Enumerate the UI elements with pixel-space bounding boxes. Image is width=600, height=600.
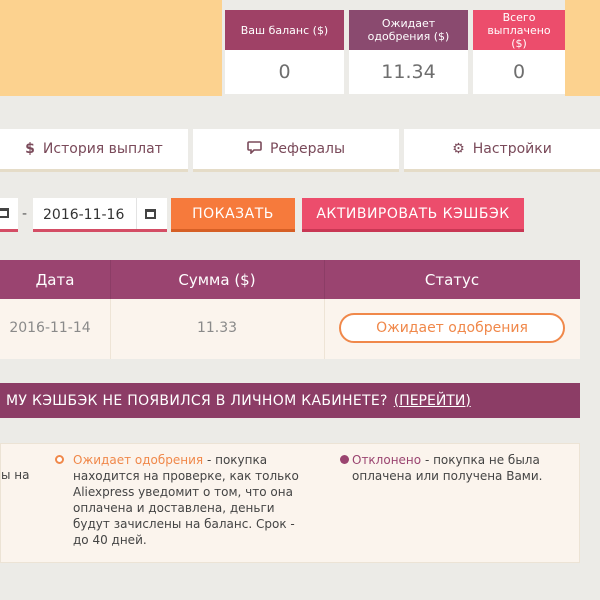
banner-text: МУ КЭШБЭК НЕ ПОЯВИЛСЯ В ЛИЧНОМ КАБИНЕТЕ? — [6, 392, 388, 409]
date-separator: - — [22, 206, 28, 222]
banner-link[interactable]: (ПЕРЕЙТИ) — [394, 393, 471, 409]
cell-status: Ожидает одобрения — [324, 299, 580, 356]
tab-label: Рефералы — [269, 141, 346, 157]
calendar-icon[interactable] — [0, 208, 9, 218]
legend-pending: Ожидает одобрения - покупка находится на… — [55, 452, 313, 548]
date-from-field[interactable] — [0, 198, 18, 232]
cashback-missing-banner: МУ КЭШБЭК НЕ ПОЯВИЛСЯ В ЛИЧНОМ КАБИНЕТЕ?… — [0, 383, 580, 418]
header-banner-right — [565, 0, 600, 96]
tab-payout-history[interactable]: $ История выплат — [0, 129, 188, 172]
tab-label: История выплат — [42, 141, 163, 157]
balance-card: Ваш баланс ($) 0 — [225, 10, 344, 94]
tab-referrals[interactable]: Рефералы — [193, 129, 399, 172]
dollar-icon: $ — [25, 141, 35, 157]
pending-value: 11.34 — [381, 61, 436, 83]
paid-card: Всего выплачено ($) 0 — [473, 10, 565, 94]
date-to-value[interactable]: 2016-11-16 — [43, 207, 124, 223]
legend-rejected: Отклонено - покупка не была оплачена или… — [340, 452, 580, 484]
status-badge: Ожидает одобрения — [339, 312, 565, 343]
legend-pending-desc: - покупка находится на проверке, как тол… — [73, 453, 299, 547]
legend-text: Отклонено - покупка не была оплачена или… — [340, 452, 580, 484]
show-button[interactable]: ПОКАЗАТЬ — [171, 198, 295, 232]
activate-cashback-button[interactable]: АКТИВИРОВАТЬ КЭШБЭК — [302, 198, 524, 232]
cell-amount: 11.33 — [196, 319, 238, 336]
table-header: Дата Сумма ($) Статус — [0, 260, 580, 299]
column-header-amount: Сумма ($) — [178, 270, 256, 289]
transactions-table: Дата Сумма ($) Статус 2016-11-14 11.33 О… — [0, 260, 580, 359]
column-header-date: Дата — [35, 270, 75, 289]
pending-card: Ожидает одобрения ($) 11.34 — [349, 10, 468, 94]
tab-label: Настройки — [472, 141, 552, 157]
gear-icon: ⚙ — [452, 141, 465, 157]
tab-settings[interactable]: ⚙ Настройки — [404, 129, 600, 172]
cell-date: 2016-11-14 — [9, 319, 91, 336]
pending-dot-icon — [55, 455, 64, 464]
rejected-dot-icon — [340, 455, 349, 464]
legend-left-fragment: ы на — [1, 467, 41, 483]
field-divider — [136, 198, 137, 229]
paid-label: Всего выплачено ($) — [473, 10, 565, 50]
legend-text: ы на — [1, 468, 30, 482]
legend-text: Ожидает одобрения - покупка находится на… — [73, 452, 313, 548]
legend-pending-title: Ожидает одобрения — [73, 453, 204, 467]
header-banner-left — [0, 0, 222, 96]
calendar-icon[interactable] — [145, 209, 156, 219]
chat-icon — [247, 140, 262, 158]
balance-value: 0 — [278, 61, 291, 83]
date-to-field[interactable]: 2016-11-16 — [33, 198, 167, 232]
column-header-status: Статус — [424, 270, 480, 289]
balance-label: Ваш баланс ($) — [225, 10, 344, 50]
status-legend: ы на Ожидает одобрения - покупка находит… — [0, 443, 580, 563]
legend-rejected-title: Отклонено — [352, 453, 422, 467]
paid-value: 0 — [512, 61, 526, 83]
pending-label: Ожидает одобрения ($) — [349, 10, 468, 50]
